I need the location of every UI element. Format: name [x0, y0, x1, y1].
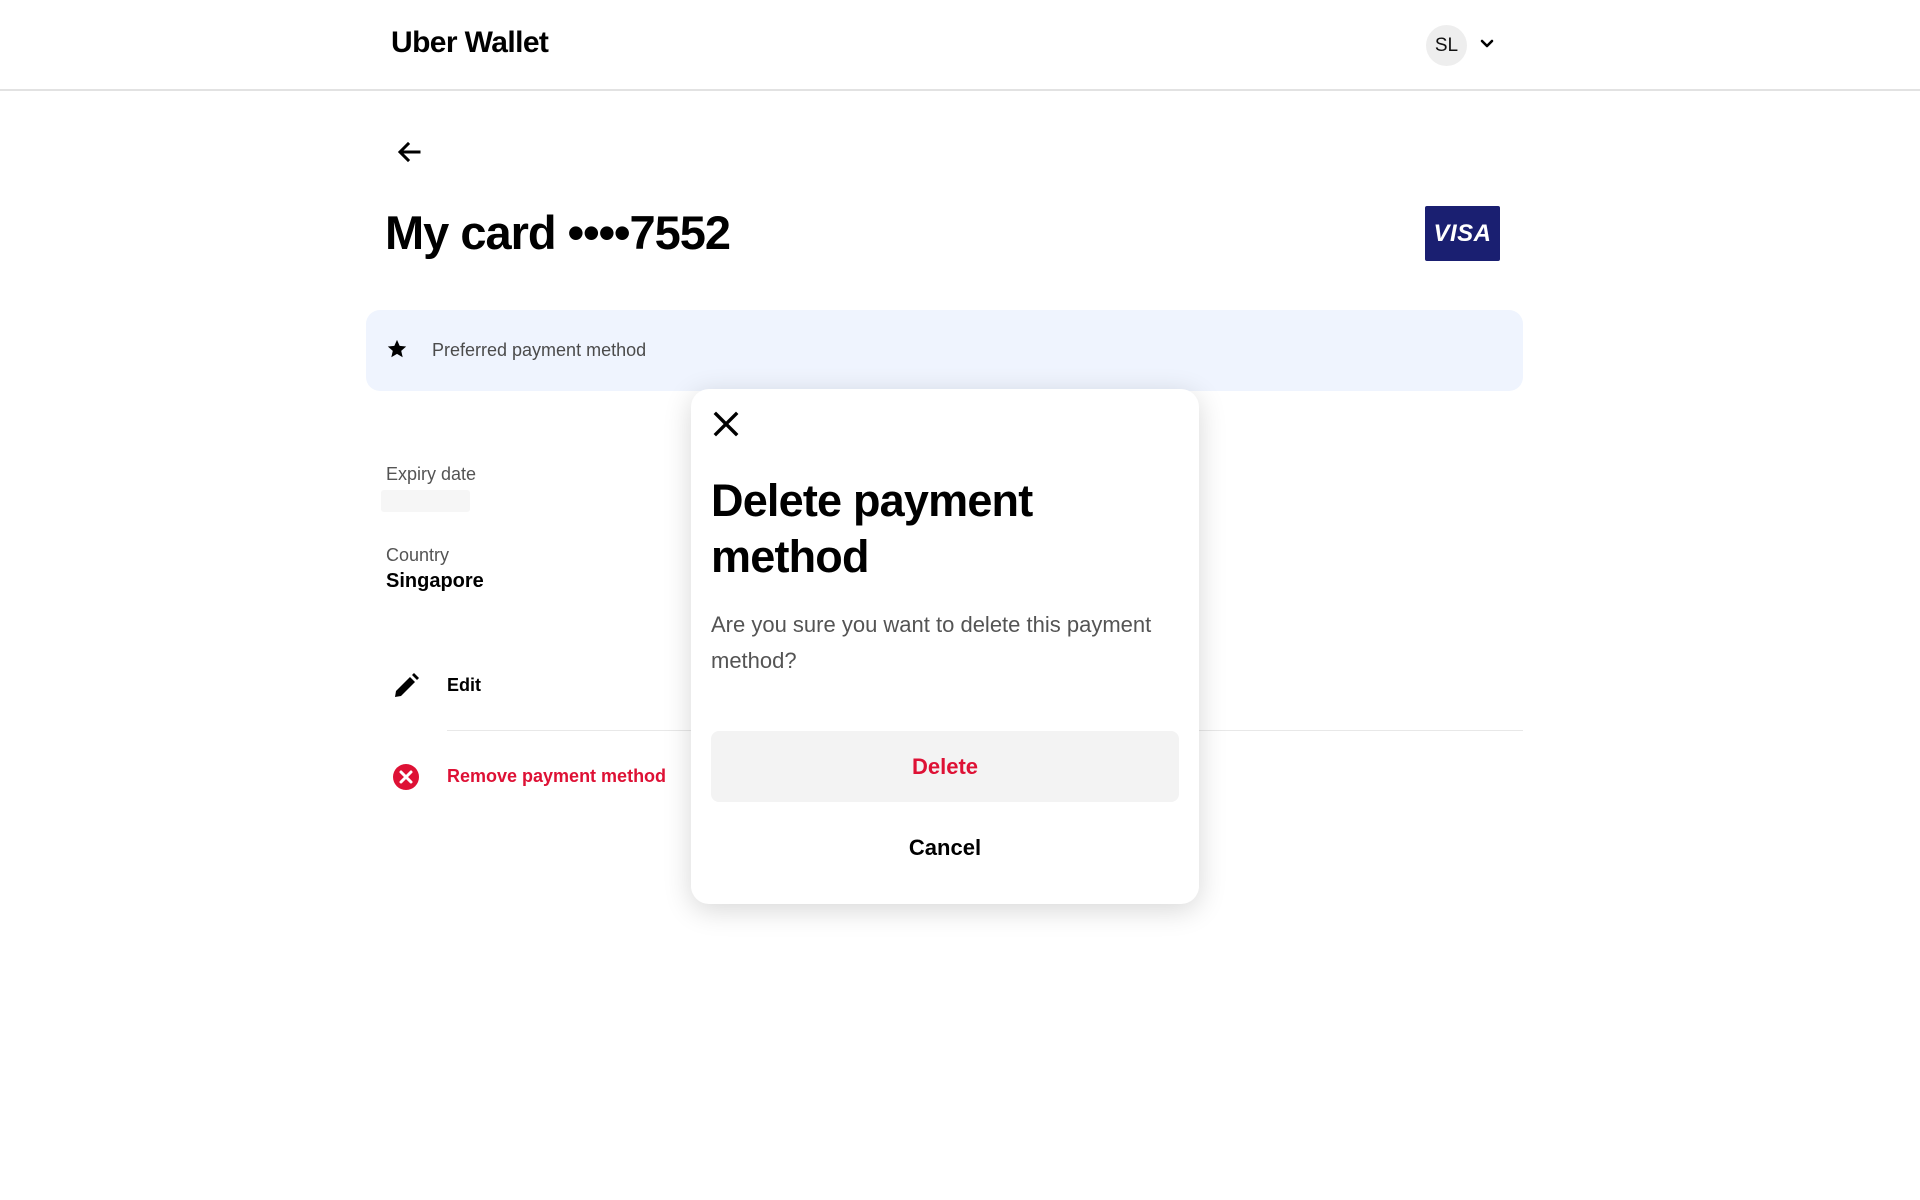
country-value: Singapore [386, 570, 484, 592]
user-avatar[interactable]: SL [1426, 25, 1467, 66]
close-icon[interactable] [711, 409, 741, 439]
edit-label: Edit [447, 675, 481, 695]
app-header: Uber Wallet SL [0, 0, 1920, 91]
preferred-payment-banner: Preferred payment method [366, 310, 1523, 391]
brand-logo[interactable]: Uber Wallet [391, 26, 549, 60]
delete-confirmation-modal: Delete payment method Are you sure you w… [691, 389, 1199, 904]
modal-message: Are you sure you want to delete this pay… [711, 612, 1152, 673]
visa-logo: VISA [1425, 206, 1500, 261]
pencil-icon [395, 673, 419, 697]
back-arrow-icon[interactable] [393, 136, 425, 168]
cancel-button[interactable]: Cancel [711, 813, 1179, 883]
star-icon [387, 339, 407, 358]
country-label: Country [386, 545, 450, 565]
modal-title: Delete payment method [711, 475, 1033, 582]
preferred-label: Preferred payment method [432, 340, 647, 360]
remove-circle-icon [393, 764, 419, 790]
delete-button[interactable]: Delete [711, 731, 1179, 802]
chevron-down-icon[interactable] [1478, 37, 1496, 51]
expiry-date-label: Expiry date [386, 464, 477, 484]
page-title: My card ••••7552 [385, 206, 731, 259]
remove-payment-label: Remove payment method [447, 766, 667, 786]
expiry-date-value [381, 490, 470, 512]
